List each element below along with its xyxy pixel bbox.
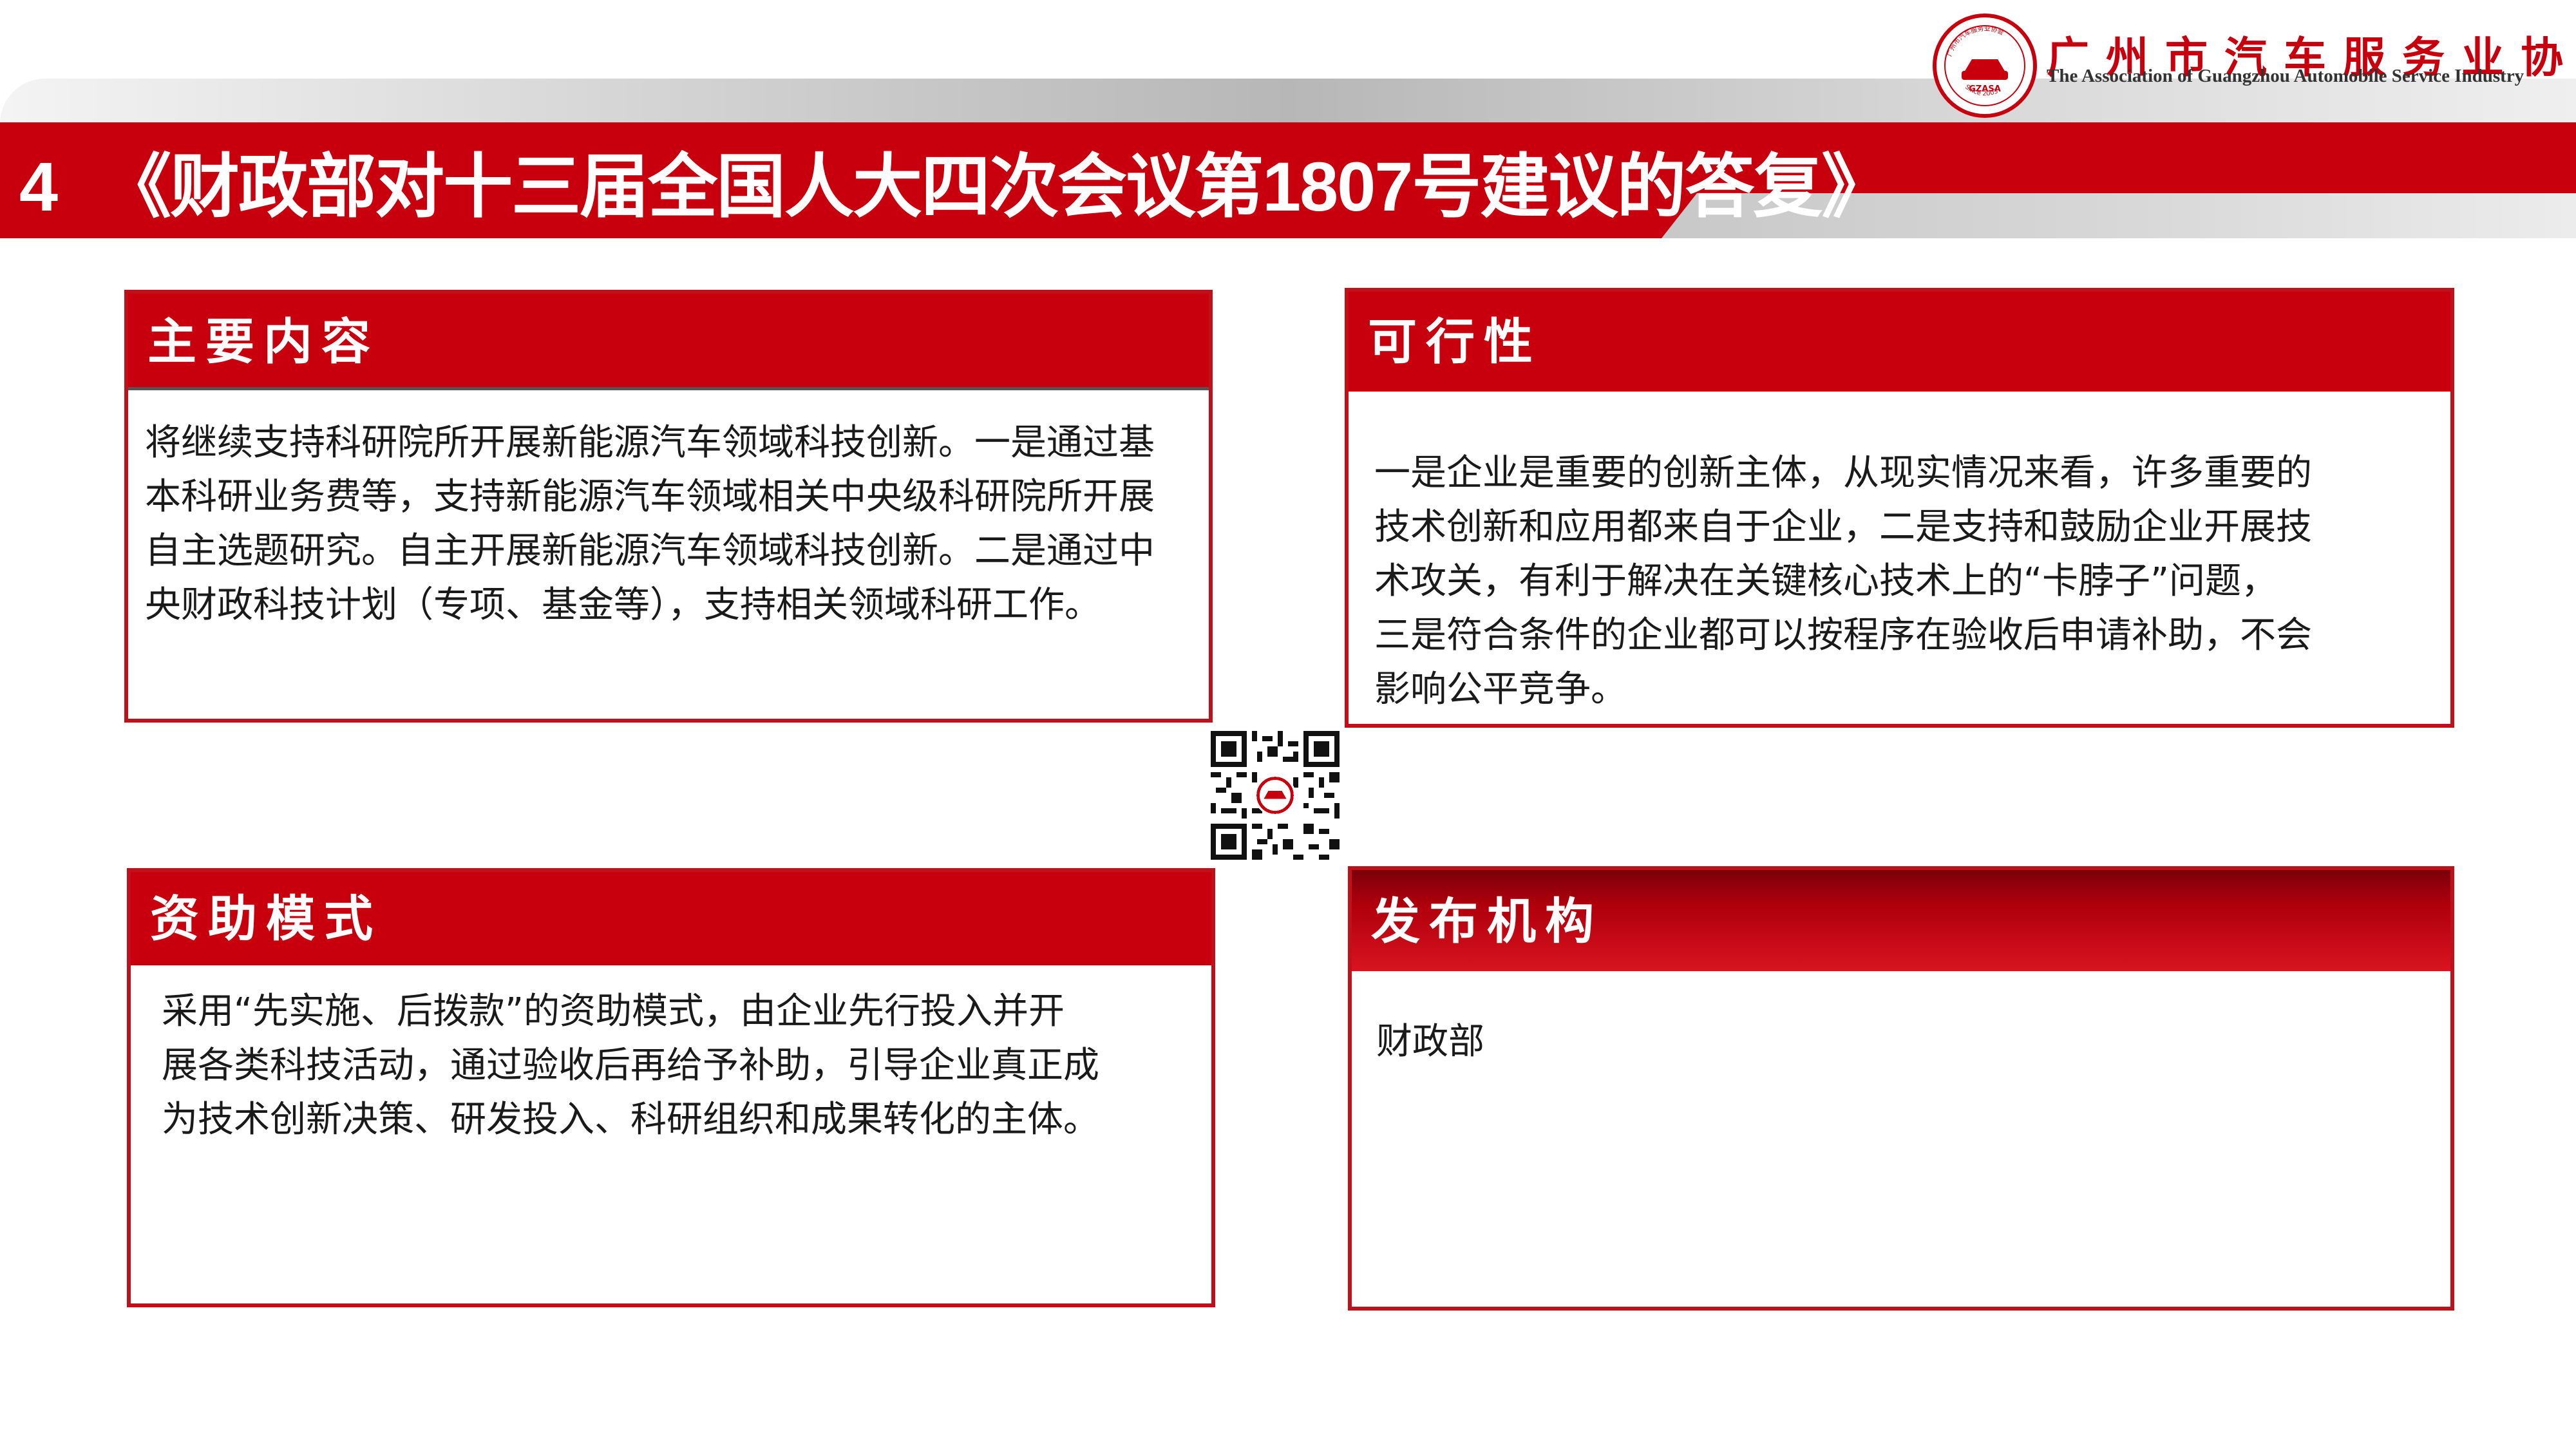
funding-model-heading: 资助模式 xyxy=(131,872,1211,965)
funding-model-line: 采用“先实施、后拨款”的资助模式，由企业先行投入并开 xyxy=(162,990,1065,1032)
main-content-line: 将继续支持科研院所开展新能源汽车领域科技创新。一是通过基 xyxy=(145,422,1155,464)
publisher-panel: 发布机构 财政部 xyxy=(1348,866,2454,1311)
feasibility-line: 三是符合条件的企业都可以按程序在验收后申请补助，不会 xyxy=(1374,614,2312,656)
funding-model-body: 采用“先实施、后拨款”的资助模式，由企业先行投入并开 展各类科技活动，通过验收后… xyxy=(162,985,1192,1147)
main-content-heading: 主要内容 xyxy=(128,294,1209,390)
publisher-heading: 发布机构 xyxy=(1352,870,2450,971)
slide-title-text: 《财政部对十三届全国人大四次会议第1807号建议的答复》 xyxy=(102,147,1891,225)
feasibility-line: 术攻关，有利于解决在关键核心技术上的“卡脖子”问题， xyxy=(1374,560,2278,602)
publisher-body: 财政部 xyxy=(1376,1015,2407,1069)
brand-name-en: The Association of Guangzhou Automobile … xyxy=(2047,66,2524,86)
main-content-body: 将继续支持科研院所开展新能源汽车领域科技创新。一是通过基 本科研业务费等，支持新… xyxy=(145,416,1201,632)
publisher-line: 财政部 xyxy=(1376,1021,1484,1063)
slide-title: 4 《财政部对十三届全国人大四次会议第1807号建议的答复》 xyxy=(19,129,1891,245)
main-content-line: 本科研业务费等，支持新能源汽车领域相关中央级科研院所开展 xyxy=(145,476,1155,518)
main-content-line: 央财政科技计划（专项、基金等），支持相关领域科研工作。 xyxy=(145,584,1101,626)
feasibility-line: 影响公平竞争。 xyxy=(1374,668,1627,710)
funding-model-line: 展各类科技活动，通过验收后再给予补助，引导企业真正成 xyxy=(162,1045,1099,1086)
main-content-panel: 主要内容 将继续支持科研院所开展新能源汽车领域科技创新。一是通过基 本科研业务费… xyxy=(124,290,1213,723)
feasibility-panel: 可行性 一是企业是重要的创新主体，从现实情况来看，许多重要的 技术创新和应用都来… xyxy=(1345,288,2454,728)
feasibility-heading: 可行性 xyxy=(1349,292,2450,392)
feasibility-body: 一是企业是重要的创新主体，从现实情况来看，许多重要的 技术创新和应用都来自于企业… xyxy=(1374,446,2437,717)
funding-model-line: 为技术创新决策、研发投入、科研组织和成果转化的主体。 xyxy=(162,1099,1099,1141)
association-seal-logo: 广州市汽车服务业协会 GZASA Since 2003 xyxy=(1933,14,2037,118)
main-content-line: 自主选题研究。自主开展新能源汽车领域科技创新。二是通过中 xyxy=(145,530,1155,572)
feasibility-line: 技术创新和应用都来自于企业，二是支持和鼓励企业开展技 xyxy=(1374,506,2312,548)
feasibility-line: 一是企业是重要的创新主体，从现实情况来看，许多重要的 xyxy=(1374,452,2312,494)
funding-model-panel: 资助模式 采用“先实施、后拨款”的资助模式，由企业先行投入并开 展各类科技活动，… xyxy=(127,868,1215,1307)
qr-code-icon xyxy=(1211,731,1340,860)
slide-number: 4 xyxy=(19,147,58,225)
